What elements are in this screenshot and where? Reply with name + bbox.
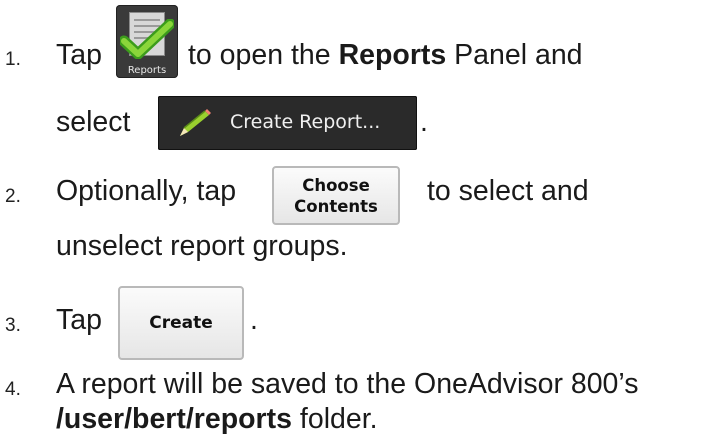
reports-icon-caption: Reports: [127, 65, 167, 76]
step-1-number: 1.: [5, 49, 21, 70]
step-4-line1: A report will be saved to the OneAdvisor…: [56, 368, 639, 400]
step-3-tap-text: Tap: [56, 304, 102, 336]
reports-icon[interactable]: Reports: [116, 5, 178, 78]
checkmark-icon: [120, 19, 174, 59]
choose-contents-button[interactable]: Choose Contents: [272, 166, 400, 225]
step-2-text-after: to select and: [427, 175, 589, 207]
step-3-period: .: [250, 304, 258, 336]
step-2-text-before: Optionally, tap: [56, 175, 237, 207]
step-3-number: 3.: [5, 315, 21, 336]
choose-contents-line1: Choose: [302, 176, 370, 195]
create-report-button[interactable]: Create Report...: [158, 96, 417, 150]
step-1-select-text: select: [56, 106, 131, 138]
step-4-line2: /user/bert/reports folder.: [56, 405, 378, 434]
create-report-label: Create Report...: [230, 111, 381, 133]
folder-suffix: folder.: [299, 403, 378, 435]
reports-bold-text: Reports: [338, 39, 447, 71]
step-2-number: 2.: [5, 186, 21, 207]
step-1-text-a: to open the: [188, 39, 331, 71]
step-1-text: to open the Reports Panel and: [188, 41, 583, 70]
step-4-number: 4.: [5, 379, 21, 400]
create-button[interactable]: Create: [118, 286, 244, 360]
step-1-tap-text: Tap: [56, 39, 102, 71]
pencil-icon: [180, 109, 211, 136]
step-2-text-line2: unselect report groups.: [56, 230, 348, 262]
step-1-text-b: Panel and: [454, 39, 583, 71]
folder-path: /user/bert/reports: [56, 403, 292, 435]
choose-contents-line2: Contents: [294, 197, 378, 216]
step-1-period: .: [420, 106, 428, 138]
